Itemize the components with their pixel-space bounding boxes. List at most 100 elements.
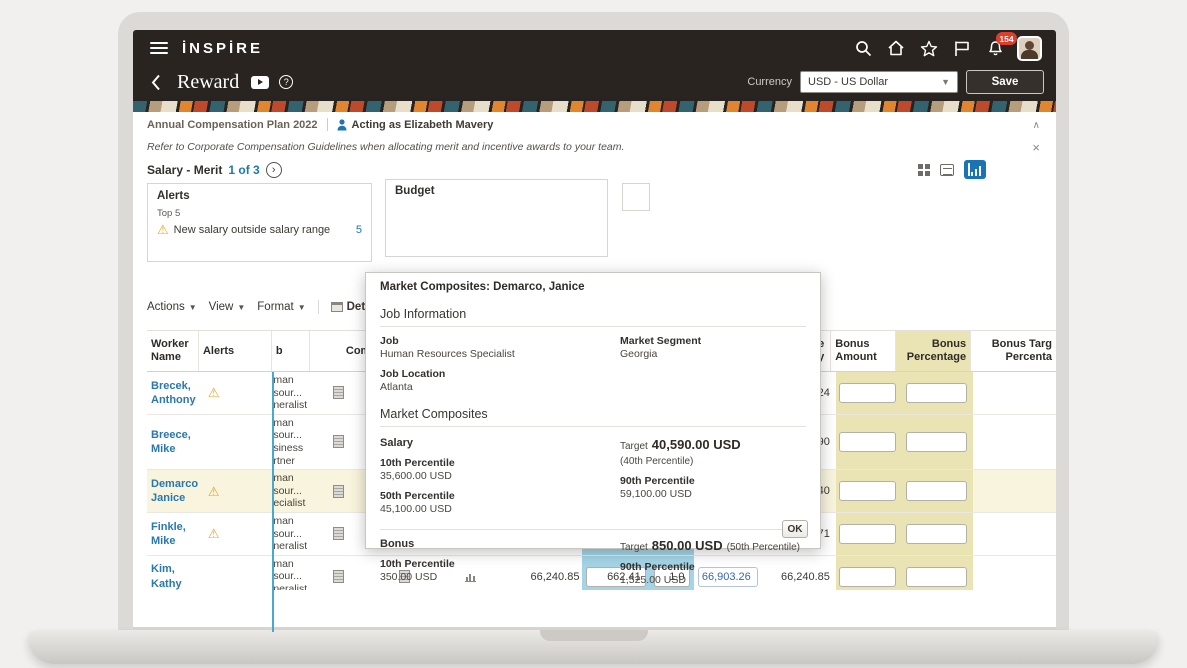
decorative-banner bbox=[133, 98, 1056, 112]
chart-view-icon[interactable] bbox=[964, 160, 986, 179]
bonus-amount-input[interactable] bbox=[839, 383, 896, 403]
worker-name-link[interactable]: Demarco,Janice bbox=[151, 477, 198, 506]
comp-history-icon[interactable] bbox=[333, 527, 344, 540]
bonus-percentage-input[interactable] bbox=[906, 481, 967, 501]
bonus-amount-input[interactable] bbox=[839, 481, 896, 501]
alert-count-link[interactable]: 5 bbox=[356, 224, 362, 236]
help-icon[interactable]: ? bbox=[279, 75, 293, 89]
content-area: Annual Compensation Plan 2022 Acting as … bbox=[133, 112, 1056, 632]
global-header: İNSPİRE 154 bbox=[133, 30, 1056, 66]
collapse-icon[interactable]: ∧ bbox=[1033, 120, 1040, 131]
bonus-amount-cell bbox=[836, 372, 900, 414]
panel-box bbox=[622, 183, 650, 211]
warning-icon: ⚠ bbox=[157, 223, 169, 236]
search-icon[interactable] bbox=[852, 37, 874, 59]
bonus-percentage-input[interactable] bbox=[906, 383, 967, 403]
job-text: mansour...neralist bbox=[273, 558, 306, 590]
avatar[interactable] bbox=[1017, 36, 1042, 61]
col-bonus-amount[interactable]: Bonus Amount bbox=[831, 331, 896, 371]
view-menu[interactable]: View▼ bbox=[209, 301, 246, 313]
plan-name[interactable]: Annual Compensation Plan 2022 bbox=[147, 119, 318, 131]
bonus-amount-input[interactable] bbox=[839, 432, 896, 452]
worker-name-link[interactable]: Brecek,Anthony bbox=[151, 379, 196, 408]
chevron-down-icon: ▼ bbox=[189, 303, 197, 312]
ok-button[interactable]: OK bbox=[782, 520, 808, 538]
bonus-percentage-cell bbox=[900, 372, 973, 414]
currency-value: USD - US Dollar bbox=[808, 76, 888, 88]
laptop-base bbox=[28, 630, 1159, 664]
alerts-panel: Alerts Top 5 ⚠ New salary outside salary… bbox=[147, 183, 372, 262]
hamburger-icon[interactable] bbox=[150, 42, 168, 54]
bonus-amount-input[interactable] bbox=[839, 567, 896, 587]
alerts-cell bbox=[198, 415, 269, 469]
field-value: Human Resources Specialist bbox=[380, 348, 620, 360]
bonus-amount-input[interactable] bbox=[839, 524, 896, 544]
section-pagination: 1 of 3 bbox=[228, 163, 259, 177]
star-icon[interactable] bbox=[918, 37, 940, 59]
close-icon[interactable]: × bbox=[1032, 143, 1040, 153]
comp-history-icon[interactable] bbox=[333, 386, 344, 399]
job-cell: mansour...ecialist bbox=[269, 470, 306, 512]
bonus-amount-cell bbox=[836, 415, 900, 469]
warning-icon: ⚠ bbox=[208, 527, 220, 540]
plan-bar: Annual Compensation Plan 2022 Acting as … bbox=[147, 118, 493, 131]
currency-select[interactable]: USD - US Dollar ▼ bbox=[800, 71, 958, 93]
bonus-percentage-input[interactable] bbox=[906, 567, 967, 587]
list-view-icon[interactable] bbox=[940, 164, 954, 176]
bell-icon[interactable]: 154 bbox=[984, 37, 1006, 59]
job-cell: mansour...sinessrtner bbox=[269, 415, 306, 469]
save-button[interactable]: Save bbox=[966, 70, 1044, 94]
chevron-down-icon: ▼ bbox=[298, 303, 306, 312]
p10-value: 35,600.00 USD bbox=[380, 470, 620, 482]
p10-label: 10th Percentile bbox=[380, 457, 620, 469]
worker-name-cell: Kim, Kathy bbox=[147, 556, 198, 590]
col-bonus-percentage[interactable]: Bonus Percentage bbox=[896, 331, 971, 371]
next-plan-icon[interactable]: › bbox=[266, 162, 282, 178]
worker-name-cell: Demarco,Janice bbox=[147, 470, 198, 512]
currency-label: Currency bbox=[747, 76, 792, 88]
worker-name-link[interactable]: Finkle, Mike bbox=[151, 520, 194, 549]
acting-as-label: Acting as Elizabeth Mavery bbox=[352, 119, 494, 131]
worker-name-link[interactable]: Kim, Kathy bbox=[151, 562, 194, 590]
format-menu[interactable]: Format▼ bbox=[257, 301, 305, 313]
flag-icon[interactable] bbox=[951, 37, 973, 59]
budget-title: Budget bbox=[395, 185, 598, 197]
bonus-percentage-input[interactable] bbox=[906, 432, 967, 452]
market-composites-modal: Market Composites: Demarco, Janice Job I… bbox=[365, 272, 821, 549]
col-alerts[interactable]: Alerts bbox=[199, 331, 272, 371]
comp-history-icon[interactable] bbox=[333, 570, 344, 583]
salary-target-amount: 40,590.00 USD bbox=[652, 437, 741, 452]
alerts-title: Alerts bbox=[157, 190, 362, 202]
chevron-down-icon: ▼ bbox=[941, 77, 950, 87]
comp-history-icon[interactable] bbox=[333, 435, 344, 448]
comp-history-cell bbox=[307, 513, 371, 555]
page-title: Reward bbox=[177, 71, 239, 94]
warning-icon: ⚠ bbox=[208, 386, 220, 399]
bonus-percentage-cell bbox=[900, 415, 973, 469]
acting-as: Acting as Elizabeth Mavery bbox=[337, 119, 494, 131]
p10-label: 10th Percentile bbox=[380, 558, 620, 570]
bonus-target-cell bbox=[973, 415, 1056, 469]
field-label: Market Segment bbox=[620, 335, 806, 347]
warning-icon: ⚠ bbox=[208, 485, 220, 498]
col-worker-name[interactable]: Worker Name bbox=[147, 331, 199, 371]
grid-view-icon[interactable] bbox=[918, 164, 930, 176]
bonus-percentage-input[interactable] bbox=[906, 524, 967, 544]
col-job[interactable]: b bbox=[272, 331, 310, 371]
bonus-target-cell bbox=[973, 372, 1056, 414]
col-bonus-target-percentage[interactable]: Bonus Targ Percenta bbox=[971, 331, 1056, 371]
p90-value: 59,100.00 USD bbox=[620, 488, 806, 500]
back-chevron-icon[interactable] bbox=[151, 74, 161, 91]
column-drag-indicator[interactable] bbox=[272, 372, 274, 632]
video-icon[interactable] bbox=[251, 76, 269, 89]
alert-text: New salary outside salary range bbox=[174, 224, 331, 236]
field-value: Georgia bbox=[620, 348, 806, 360]
bonus-percentage-cell bbox=[900, 556, 973, 590]
actions-menu[interactable]: Actions▼ bbox=[147, 301, 197, 313]
worker-name-link[interactable]: Breece,Mike bbox=[151, 428, 191, 457]
home-icon[interactable] bbox=[885, 37, 907, 59]
p50-label: 50th Percentile bbox=[380, 490, 620, 502]
comp-history-icon[interactable] bbox=[333, 485, 344, 498]
job-cell: mansour...neralist bbox=[269, 372, 306, 414]
bonus-label: Bonus bbox=[380, 538, 620, 550]
